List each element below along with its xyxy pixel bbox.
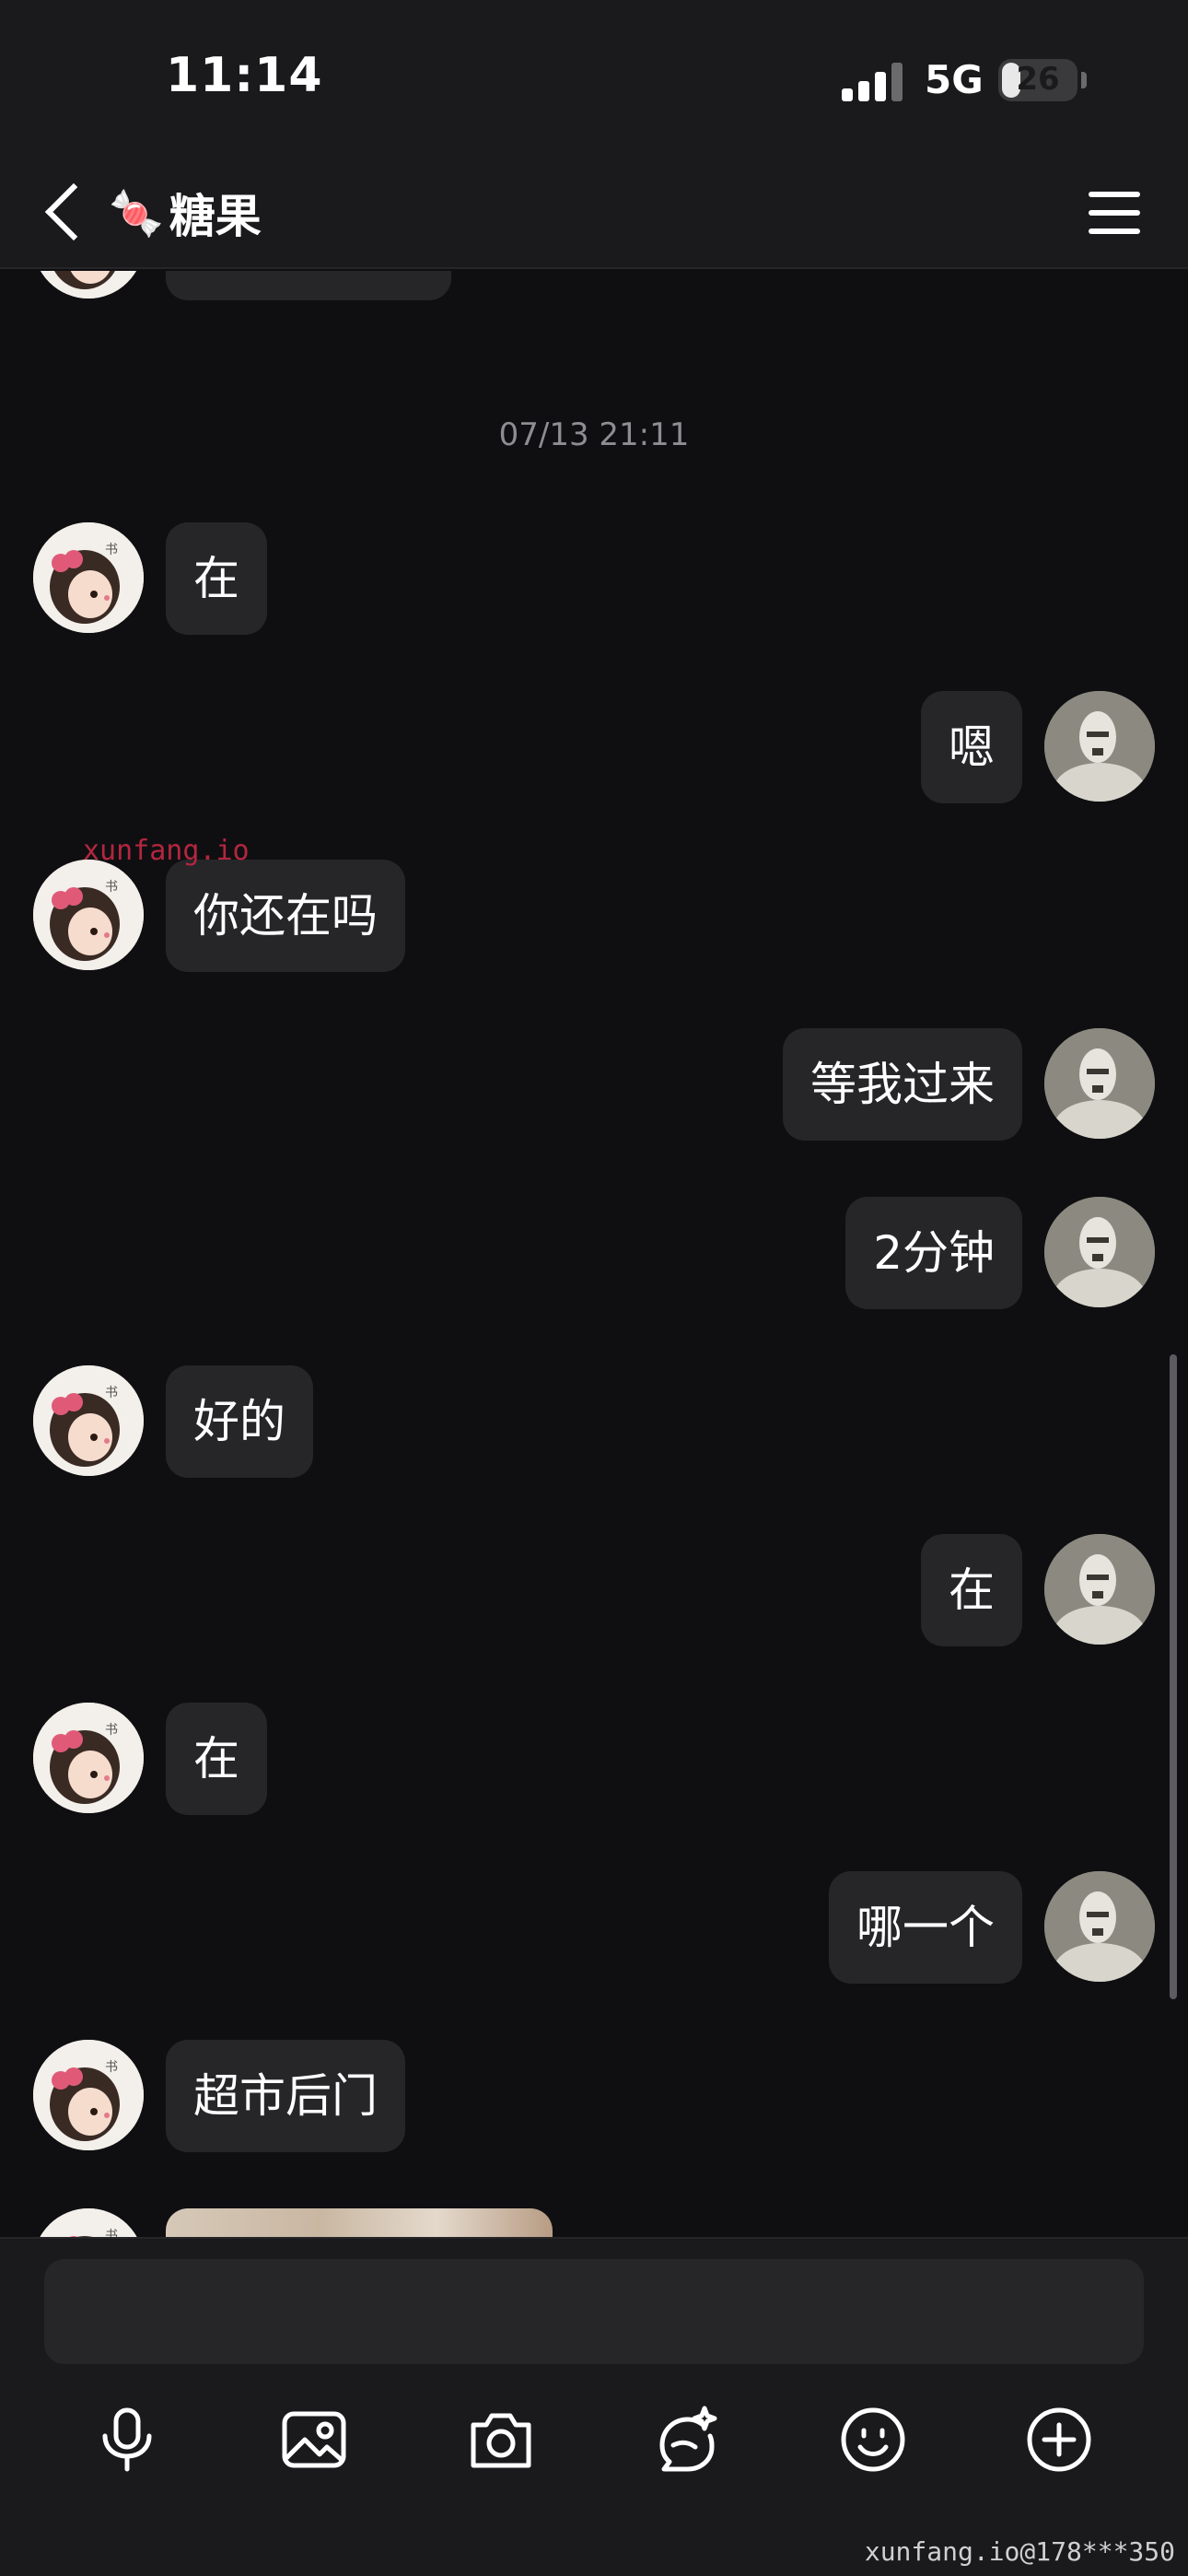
message-bubble[interactable]: 哪一个 xyxy=(829,1871,1022,1984)
user-avatar[interactable] xyxy=(1044,691,1155,802)
incoming-message-row: 书在 xyxy=(0,522,1188,635)
status-time: 11:14 xyxy=(166,48,323,103)
svg-text:书: 书 xyxy=(105,1386,118,1400)
status-bar: 11:14 5G 26 xyxy=(0,0,1188,157)
svg-text:书: 书 xyxy=(105,543,118,557)
network-label: 5G xyxy=(925,57,984,102)
message-bubble[interactable]: 在 xyxy=(921,1534,1022,1646)
scrollbar[interactable] xyxy=(1170,1354,1177,1999)
outgoing-message-row: 哪一个 xyxy=(0,1871,1188,1984)
incoming-message-row: 书 xyxy=(0,2208,1188,2237)
chat-header: 🍬 糖果 xyxy=(0,157,1188,269)
user-avatar[interactable] xyxy=(1044,1534,1155,1645)
contact-avatar[interactable]: 书 xyxy=(33,1703,144,1813)
outgoing-message-row: 2分钟 xyxy=(0,1197,1188,1309)
contact-avatar[interactable]: 书 xyxy=(33,271,144,299)
camera-icon[interactable] xyxy=(455,2394,547,2486)
contact-avatar[interactable]: 书 xyxy=(33,522,144,633)
signal-icon xyxy=(842,63,906,101)
contact-avatar[interactable]: 书 xyxy=(33,860,144,970)
user-avatar[interactable] xyxy=(1044,1197,1155,1307)
composer: xunfang.io@178***350 xyxy=(0,2237,1188,2576)
outgoing-message-row: 在 xyxy=(0,1534,1188,1646)
outgoing-message-row: 嗯 xyxy=(0,691,1188,803)
contact-avatar[interactable]: 书 xyxy=(33,2208,144,2237)
message-bubble[interactable]: 等我五分钟 xyxy=(166,271,451,300)
user-avatar[interactable] xyxy=(1044,1028,1155,1139)
contact-avatar[interactable]: 书 xyxy=(33,1365,144,1476)
incoming-message-row: 书 好的 xyxy=(0,1365,1188,1478)
battery-level: 26 xyxy=(1016,61,1060,98)
message-bubble[interactable]: 你还在吗 xyxy=(166,860,405,972)
menu-button[interactable] xyxy=(1087,186,1142,240)
incoming-message-row: 书 超市后门 xyxy=(0,2040,1188,2152)
back-button[interactable] xyxy=(37,179,92,247)
emoji-icon[interactable] xyxy=(827,2394,919,2486)
chat-title: 🍬 糖果 xyxy=(109,179,262,247)
message-bubble[interactable]: 超市后门 xyxy=(166,2040,405,2152)
message-list[interactable]: 书等我五分钟书在嗯书你还在吗等我过来2分钟书好的在书在哪一个书超市后门书 xyxy=(0,271,1188,2237)
ai-sparkle-icon[interactable] xyxy=(640,2394,732,2486)
image-icon[interactable] xyxy=(268,2394,360,2486)
svg-text:书: 书 xyxy=(105,1723,118,1738)
contact-name: 糖果 xyxy=(169,190,262,243)
incoming-message-row: 书在 xyxy=(0,1703,1188,1815)
image-message[interactable] xyxy=(166,2208,553,2237)
outgoing-message-row: 等我过来 xyxy=(0,1028,1188,1141)
footer-watermark: xunfang.io@178***350 xyxy=(864,2536,1175,2567)
watermark: xunfang.io xyxy=(83,835,250,867)
svg-text:书: 书 xyxy=(105,2060,118,2075)
user-avatar[interactable] xyxy=(1044,1871,1155,1982)
message-bubble[interactable]: 在 xyxy=(166,1703,267,1815)
incoming-message-row: 书 你还在吗 xyxy=(0,860,1188,972)
message-bubble[interactable]: 好的 xyxy=(166,1365,313,1478)
message-bubble[interactable]: 嗯 xyxy=(921,691,1022,803)
microphone-icon[interactable] xyxy=(81,2394,173,2486)
plus-icon[interactable] xyxy=(1013,2394,1105,2486)
contact-avatar[interactable]: 书 xyxy=(33,2040,144,2150)
svg-text:书: 书 xyxy=(105,2229,118,2237)
message-input[interactable] xyxy=(44,2259,1144,2364)
message-bubble[interactable]: 在 xyxy=(166,522,267,635)
battery-icon: 26 xyxy=(998,59,1087,101)
incoming-message-row: 书等我五分钟 xyxy=(0,271,1188,300)
message-bubble[interactable]: 2分钟 xyxy=(845,1197,1022,1309)
message-timestamp: 07/13 21:11 xyxy=(498,416,690,453)
message-bubble[interactable]: 等我过来 xyxy=(783,1028,1022,1141)
candy-icon: 🍬 xyxy=(109,187,164,240)
svg-text:书: 书 xyxy=(105,880,118,895)
composer-toolbar xyxy=(0,2394,1188,2504)
